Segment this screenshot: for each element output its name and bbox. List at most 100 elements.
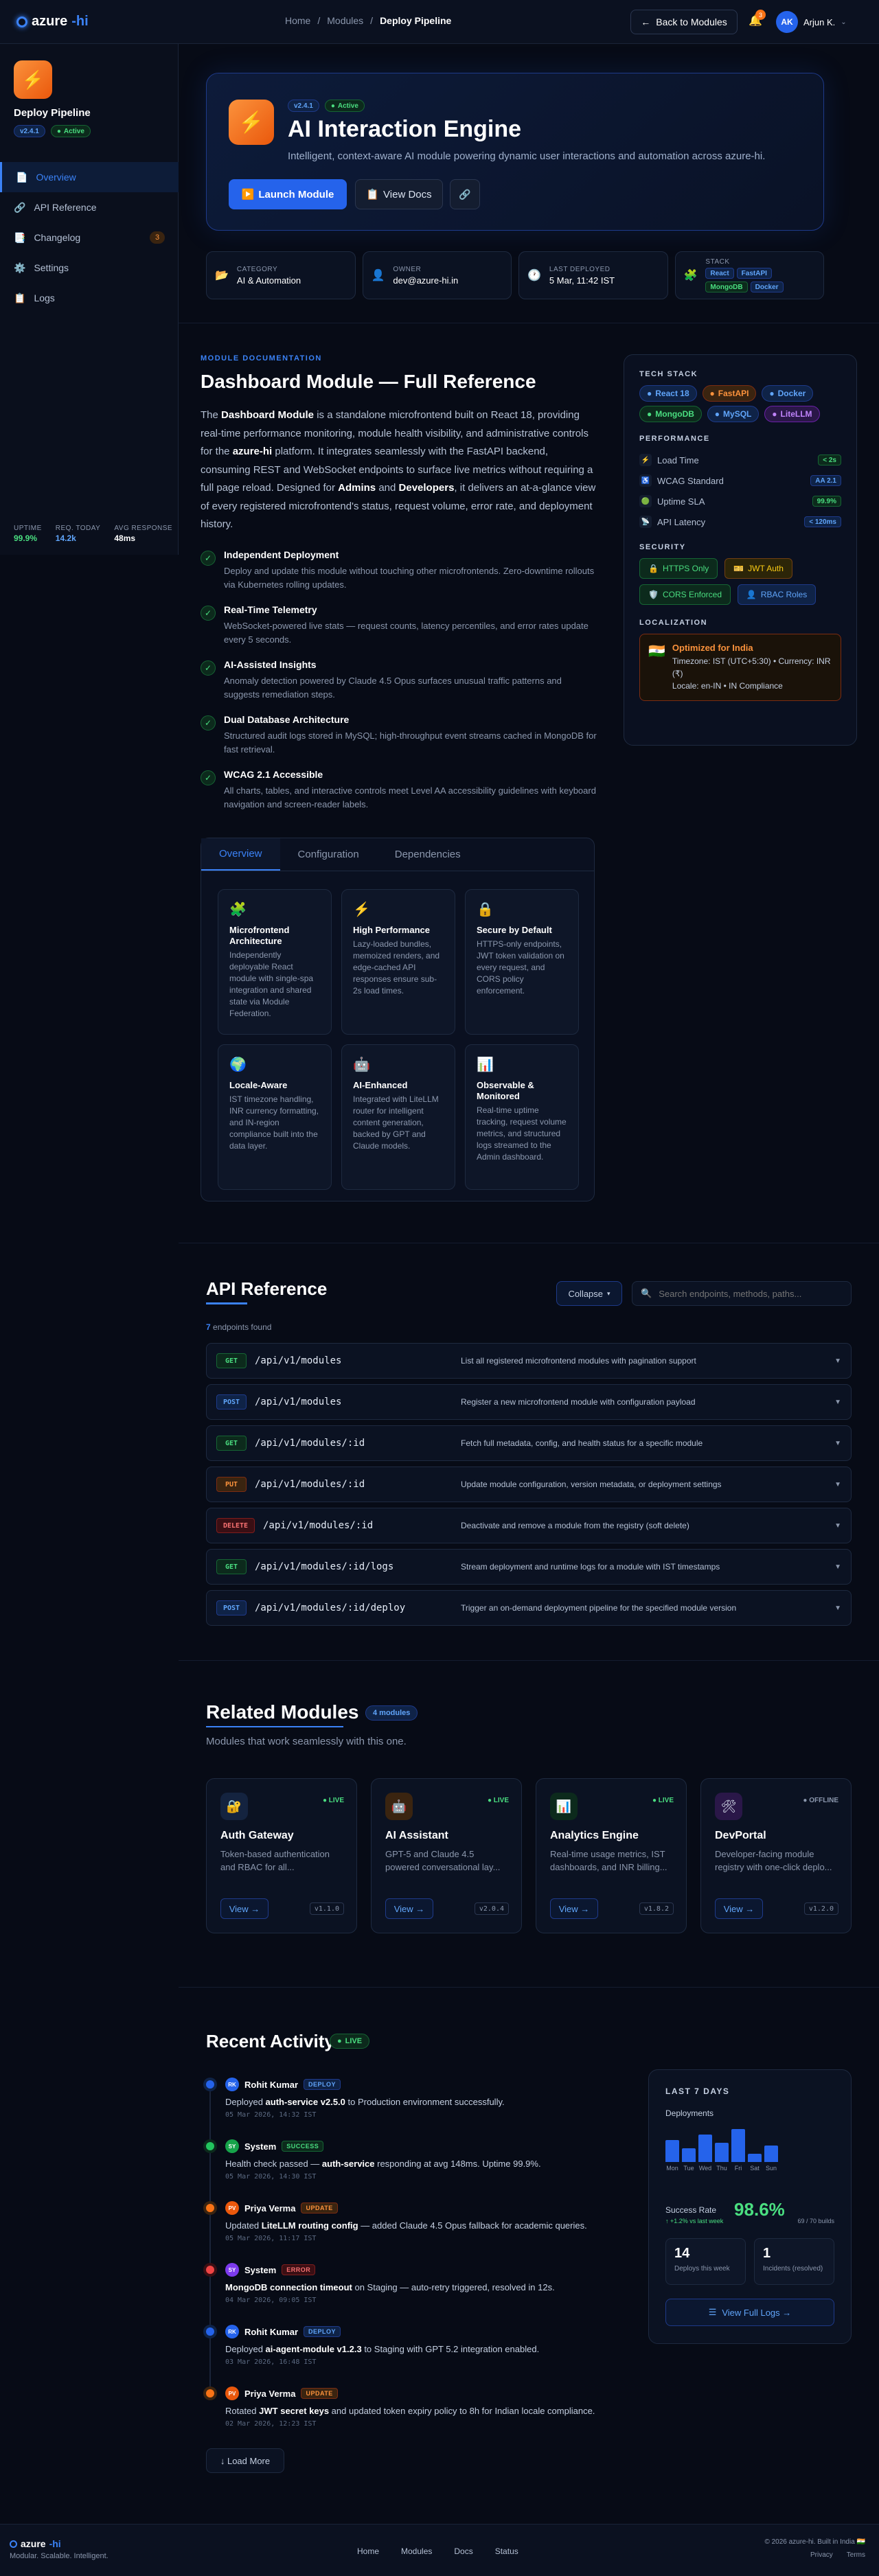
- status-badge: ● Active: [50, 125, 91, 137]
- status-badge: ● Active: [324, 100, 365, 112]
- endpoint-row[interactable]: DELETE/api/v1/modules/:id Deactivate and …: [206, 1508, 852, 1543]
- lock-icon: 🔒: [648, 564, 659, 573]
- footer-link-docs[interactable]: Docs: [454, 2546, 472, 2556]
- collapse-button[interactable]: Collapse ▾: [556, 1281, 622, 1306]
- footer-link-terms[interactable]: Terms: [847, 2551, 865, 2559]
- tech-chip: ● MySQL: [707, 406, 760, 422]
- view-module-button[interactable]: View →: [385, 1898, 433, 1919]
- view-module-button[interactable]: View →: [220, 1898, 269, 1919]
- endpoint-row[interactable]: GET/api/v1/modules/:id/logs Stream deploy…: [206, 1549, 852, 1585]
- clock-icon: 🕐: [527, 270, 541, 281]
- activity-type-badge: DEPLOY: [304, 2079, 341, 2090]
- view-docs-button[interactable]: 📋 View Docs: [355, 179, 443, 209]
- avatar: PV: [225, 2387, 239, 2400]
- endpoint-row[interactable]: PUT/api/v1/modules/:id Update module conf…: [206, 1467, 852, 1502]
- sidebar-item-settings[interactable]: ⚙️ Settings: [0, 253, 179, 283]
- back-to-modules-button[interactable]: ← Back to Modules: [630, 10, 738, 34]
- sidebar-item-changelog[interactable]: 📑 Changelog 3: [0, 222, 179, 253]
- endpoint-list: GET/api/v1/modules List all registered mi…: [206, 1343, 852, 1631]
- breadcrumb-home[interactable]: Home: [285, 15, 310, 26]
- footer-link-home[interactable]: Home: [357, 2546, 379, 2556]
- breadcrumb-modules[interactable]: Modules: [327, 15, 363, 26]
- activity-item: SY System SUCCESS Health check passed — au…: [206, 2139, 618, 2203]
- chart-bar-wed: [698, 2135, 712, 2162]
- copyright: © 2026 azure-hi. Built in India 🇮🇳: [764, 2538, 865, 2546]
- clipboard-icon: 📋: [14, 292, 26, 303]
- stats-heading: LAST 7 DAYS: [665, 2086, 730, 2096]
- chart-bar-sat: [748, 2154, 762, 2162]
- chart-tick-label: Fri: [734, 2165, 742, 2172]
- view-module-button[interactable]: View →: [550, 1898, 598, 1919]
- tab-overview[interactable]: Overview: [201, 838, 280, 871]
- method-badge: POST: [216, 1600, 247, 1615]
- success-rate-value: 98.6%: [734, 2199, 785, 2220]
- user-menu[interactable]: AK Arjun K. ⌄: [776, 11, 847, 33]
- related-modules-row: 🔐 ● LIVE Auth Gateway Token-based authenti…: [206, 1778, 879, 1936]
- uptime-stat: UPTIME 99.9%: [14, 525, 42, 543]
- tab-dependencies[interactable]: Dependencies: [377, 838, 479, 871]
- logo[interactable]: azure -hi: [16, 14, 89, 30]
- endpoint-row[interactable]: POST/api/v1/modules Register a new microf…: [206, 1384, 852, 1420]
- satellite-icon: 📡: [639, 516, 652, 528]
- page-title: AI Interaction Engine: [288, 116, 522, 142]
- copy-link-button[interactable]: 🔗: [450, 179, 480, 209]
- security-heading: SECURITY: [639, 543, 686, 551]
- activity-type-badge: SUCCESS: [282, 2141, 324, 2152]
- view-module-button[interactable]: View →: [715, 1898, 763, 1919]
- hero-card: ⚡ v2.4.1 ● Active AI Interaction Engine …: [206, 73, 824, 231]
- endpoint-row[interactable]: GET/api/v1/modules List all registered mi…: [206, 1343, 852, 1379]
- footer-link-modules[interactable]: Modules: [401, 2546, 432, 2556]
- footer-link-privacy[interactable]: Privacy: [810, 2551, 833, 2559]
- footer-link-status[interactable]: Status: [495, 2546, 518, 2556]
- user-icon: 👤: [746, 590, 757, 599]
- security-chip: 🛡️ CORS Enforced: [639, 584, 731, 605]
- chart-icon: 📊: [550, 1793, 578, 1820]
- docs-title: Dashboard Module — Full Reference: [201, 371, 536, 392]
- logo-mark-icon: [10, 2540, 17, 2548]
- tab-configuration[interactable]: Configuration: [280, 838, 377, 871]
- perf-row: ♿ WCAG Standard AA 2.1: [639, 470, 841, 491]
- user-name: Arjun K.: [803, 16, 836, 27]
- bolt-icon: ⚡: [353, 902, 370, 917]
- load-more-button[interactable]: ↓ Load More: [206, 2448, 284, 2473]
- launch-module-button[interactable]: ▶️ Launch Module: [229, 179, 347, 209]
- notifications-button[interactable]: 🔔 3: [749, 10, 766, 27]
- method-badge: GET: [216, 1559, 247, 1574]
- arrow-left-icon: ←: [641, 16, 651, 27]
- incidents-stat: 1 Incidents (resolved): [754, 2238, 834, 2285]
- link-icon: 🔗: [459, 188, 471, 200]
- chart-tick-label: Mon: [666, 2165, 678, 2172]
- check-icon: ✓: [201, 606, 216, 621]
- view-full-logs-button[interactable]: ☰ View Full Logs →: [665, 2299, 834, 2326]
- module-card: 🛠 ● OFFLINE DevPortal Developer-facing mod…: [700, 1778, 852, 1933]
- check-icon: ✓: [201, 660, 216, 676]
- endpoint-row[interactable]: GET/api/v1/modules/:id Fetch full metadat…: [206, 1425, 852, 1461]
- api-reference-title: API Reference: [206, 1278, 328, 1299]
- chart-icon: 📊: [477, 1057, 494, 1072]
- sidebar-item-api-reference[interactable]: 🔗 API Reference: [0, 192, 179, 222]
- module-card: 📊 ● LIVE Analytics Engine Real-time usage …: [536, 1778, 687, 1933]
- chevron-down-icon: ▼: [834, 1398, 841, 1406]
- bolt-icon: ⚡: [14, 60, 52, 99]
- sidebar-item-overview[interactable]: 📄 Overview: [0, 162, 179, 192]
- deploys-stat: 14 Deploys this week: [665, 2238, 746, 2285]
- tech-stack-heading: TECH STACK: [639, 370, 698, 378]
- logo-mark-icon: [16, 16, 27, 27]
- module-card: 🔐 ● LIVE Auth Gateway Token-based authenti…: [206, 1778, 357, 1933]
- endpoint-row[interactable]: POST/api/v1/modules/:id/deploy Trigger an…: [206, 1590, 852, 1626]
- chevron-down-icon: ▼: [834, 1521, 841, 1530]
- chevron-down-icon: ▾: [607, 1289, 610, 1297]
- docs-tabs-panel: Overview Configuration Dependencies 🧩 Mic…: [201, 838, 595, 1201]
- activity-type-badge: DEPLOY: [304, 2326, 341, 2337]
- last-deployed-card: 🕐 LAST DEPLOYED 5 Mar, 11:42 IST: [518, 251, 668, 299]
- version-badge: v2.4.1: [14, 125, 45, 137]
- check-icon: ✓: [201, 551, 216, 566]
- globe-icon: 🌍: [229, 1057, 247, 1072]
- footer-nav: Home Modules Docs Status: [357, 2546, 518, 2556]
- search-input[interactable]: [659, 1288, 838, 1299]
- performance-heading: PERFORMANCE: [639, 435, 710, 443]
- chart-tick-label: Sat: [750, 2165, 760, 2172]
- stack-tag: Docker: [750, 281, 784, 292]
- footer-logo[interactable]: azure -hi: [10, 2538, 109, 2549]
- sidebar-item-logs[interactable]: 📋 Logs: [0, 283, 179, 313]
